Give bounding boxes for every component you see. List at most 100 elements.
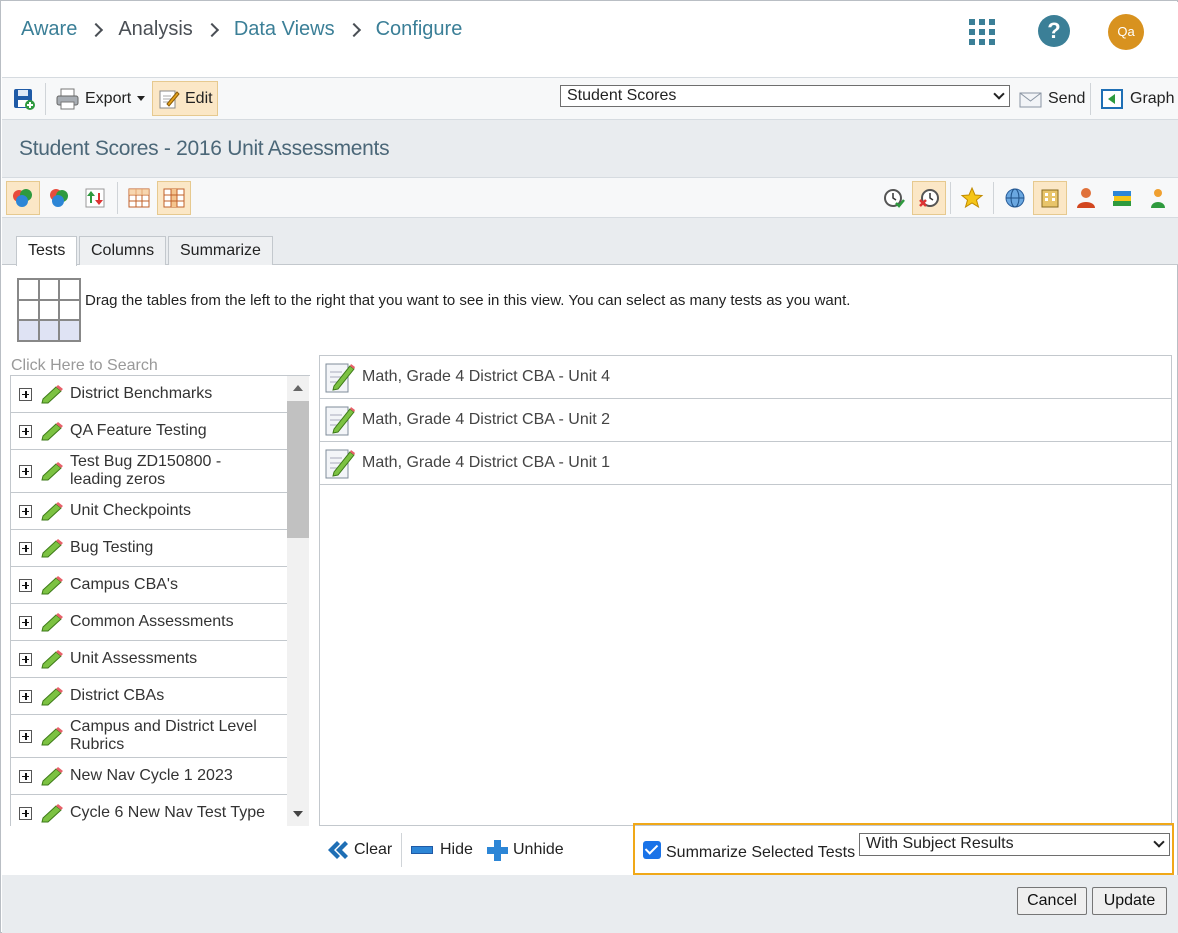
hide-button[interactable]: Hide (411, 837, 473, 863)
timer-button[interactable] (877, 181, 911, 215)
breadcrumb-aware[interactable]: Aware (21, 18, 77, 41)
clock-x-icon (919, 189, 939, 207)
student-icon (1151, 189, 1165, 208)
expand-icon[interactable] (19, 652, 32, 666)
expand-icon[interactable] (19, 806, 32, 820)
expand-icon[interactable] (19, 769, 32, 783)
colored-circles-icon (50, 189, 68, 207)
list-item[interactable]: District CBAs (11, 678, 287, 715)
breadcrumb-data-views[interactable]: Data Views (234, 18, 335, 41)
cancel-button[interactable]: Cancel (1017, 887, 1087, 915)
sort-arrows-icon (85, 188, 105, 208)
caret-down-icon (137, 96, 146, 101)
tab-columns[interactable]: Columns (79, 236, 167, 265)
scroll-up-icon[interactable] (293, 385, 303, 391)
timer-remove-button[interactable] (912, 181, 946, 215)
expand-icon[interactable] (19, 504, 32, 518)
save-button[interactable] (8, 81, 40, 116)
page-title: Student Scores - 2016 Unit Assessments (19, 137, 390, 160)
list-item[interactable]: New Nav Cycle 1 2023 (11, 758, 287, 795)
instructions-text: Drag the tables from the left to the rig… (85, 292, 851, 309)
expand-icon[interactable] (19, 578, 32, 592)
expand-icon[interactable] (19, 541, 32, 555)
list-item-label: District Benchmarks (70, 385, 213, 402)
grid-apps-icon[interactable] (969, 19, 995, 45)
pencil-icon (41, 385, 63, 404)
clock-check-icon (884, 189, 905, 208)
printer-icon (56, 88, 79, 109)
export-button[interactable]: Export (51, 81, 149, 116)
expand-icon[interactable] (19, 387, 32, 401)
list-item[interactable]: Bug Testing (11, 530, 287, 567)
student-button[interactable] (1141, 181, 1175, 215)
list-item[interactable]: District Benchmarks (11, 376, 287, 413)
help-icon[interactable]: ? (1038, 15, 1070, 47)
graph-button[interactable]: Graph (1096, 81, 1178, 116)
list-item-label: District CBAs (70, 687, 165, 704)
edit-button[interactable]: Edit (152, 81, 218, 116)
list-item[interactable]: Cycle 6 New Nav Test Type (11, 795, 287, 826)
pencil-icon (41, 804, 63, 823)
chevron-down-icon (993, 88, 1005, 100)
pencil-icon (41, 613, 63, 632)
list-scrollbar[interactable] (287, 376, 309, 826)
expand-icon[interactable] (19, 464, 32, 478)
tab-summarize[interactable]: Summarize (168, 236, 273, 265)
clear-button[interactable]: Clear (325, 837, 392, 863)
update-button[interactable]: Update (1092, 887, 1167, 915)
grid-layout-button[interactable] (122, 181, 156, 215)
list-item[interactable]: Math, Grade 4 District CBA - Unit 2 (320, 399, 1171, 442)
list-item[interactable]: Campus and District Level Rubrics (11, 715, 287, 758)
list-item[interactable]: QA Feature Testing (11, 413, 287, 450)
expand-icon[interactable] (19, 424, 32, 438)
scroll-down-icon[interactable] (293, 811, 303, 817)
colored-circles-icon (13, 189, 32, 207)
view-select[interactable]: Student Scores (560, 85, 1010, 107)
expand-icon[interactable] (19, 689, 32, 703)
breadcrumb-configure[interactable]: Configure (376, 18, 463, 41)
unhide-button[interactable]: Unhide (485, 837, 564, 863)
list-item-label: Common Assessments (70, 613, 234, 630)
tab-tests[interactable]: Tests (16, 236, 78, 266)
globe-icon (1005, 188, 1025, 208)
campus-button[interactable] (1033, 181, 1067, 215)
graph-icon (1101, 88, 1123, 109)
list-item[interactable]: Campus CBA's (11, 567, 287, 604)
pencil-icon (41, 767, 63, 786)
summarize-select-value: With Subject Results (866, 835, 1014, 852)
list-item[interactable]: Test Bug ZD150800 - leading zeros (11, 450, 287, 493)
breadcrumb-analysis[interactable]: Analysis (118, 18, 192, 41)
expand-icon[interactable] (19, 615, 32, 629)
sort-button[interactable] (78, 181, 112, 215)
list-item[interactable]: Math, Grade 4 District CBA - Unit 4 (320, 356, 1171, 399)
favorite-button[interactable] (955, 181, 989, 215)
list-item[interactable]: Unit Assessments (11, 641, 287, 678)
list-item[interactable]: Unit Checkpoints (11, 493, 287, 530)
teacher-button[interactable] (1069, 181, 1103, 215)
edit-document-icon (325, 406, 355, 436)
tests-view-button[interactable] (6, 181, 40, 215)
chevron-right-icon (346, 22, 361, 37)
summarize-label: Summarize Selected Tests (666, 844, 856, 861)
summarize-checkbox[interactable] (643, 841, 661, 859)
chevron-right-icon (89, 22, 104, 37)
summarize-select[interactable]: With Subject Results (859, 833, 1170, 856)
edit-document-icon (325, 449, 355, 479)
list-item[interactable]: Common Assessments (11, 604, 287, 641)
class-button[interactable] (1105, 181, 1139, 215)
selected-tests-list[interactable]: Math, Grade 4 District CBA - Unit 4 Math… (319, 355, 1172, 826)
district-button[interactable] (998, 181, 1032, 215)
available-tests-list[interactable]: District Benchmarks QA Feature Testing T… (10, 376, 287, 826)
avatar[interactable]: Qa (1108, 14, 1144, 50)
pencil-icon (41, 422, 63, 441)
pencil-icon (41, 727, 63, 746)
minus-icon (411, 846, 433, 854)
expand-icon[interactable] (19, 729, 32, 743)
search-input[interactable]: Click Here to Search (10, 356, 310, 376)
send-button[interactable]: Send (1014, 81, 1089, 116)
list-item[interactable]: Math, Grade 4 District CBA - Unit 1 (320, 442, 1171, 485)
columns-layout-button[interactable] (157, 181, 191, 215)
chevron-down-icon (1153, 836, 1165, 848)
groups-view-button[interactable] (42, 181, 76, 215)
scroll-thumb[interactable] (287, 401, 309, 538)
